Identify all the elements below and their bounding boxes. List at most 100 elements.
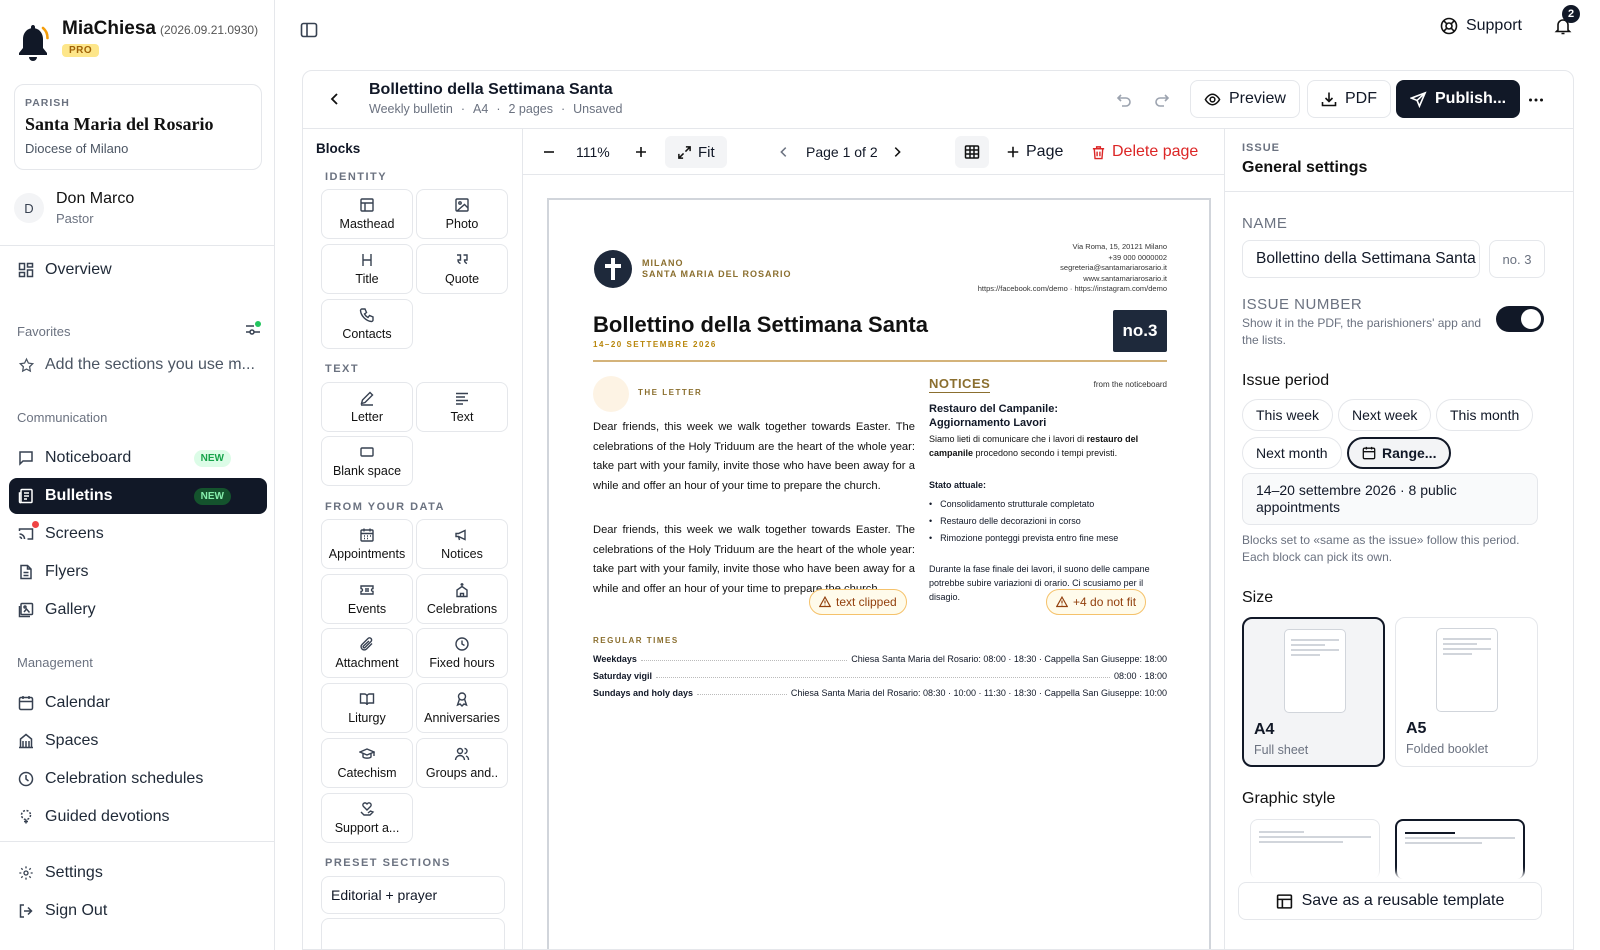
nav-label: Celebration schedules xyxy=(45,770,204,787)
text-clipped-warning[interactable]: text clipped xyxy=(809,589,907,615)
nav-celebration-schedules[interactable]: Celebration schedules xyxy=(9,761,267,797)
period-this-month[interactable]: This month xyxy=(1436,399,1534,431)
block-label: Title xyxy=(355,272,379,286)
block-celebrations[interactable]: Celebrations xyxy=(416,574,508,624)
block-catechism[interactable]: Catechism xyxy=(321,738,413,788)
block-contacts[interactable]: Contacts xyxy=(321,299,413,349)
zoom-in-icon[interactable] xyxy=(633,137,649,167)
nav-bulletins[interactable]: Bulletins NEW xyxy=(9,478,267,514)
nav-flyers[interactable]: Flyers xyxy=(9,554,267,590)
thumb-line xyxy=(1259,841,1343,843)
overflow-warning[interactable]: +4 do not fit xyxy=(1046,589,1147,615)
fit-button[interactable]: Fit xyxy=(665,136,727,168)
brand[interactable]: MiaChiesa (2026.09.21.0930) PRO xyxy=(16,18,258,62)
name-input[interactable]: Bollettino della Settimana Santa xyxy=(1242,240,1480,278)
ticket-icon xyxy=(359,582,375,598)
nav-noticeboard[interactable]: Noticeboard NEW xyxy=(9,440,267,476)
issue-number-toggle[interactable] xyxy=(1496,306,1544,332)
nav-label: Guided devotions xyxy=(45,808,170,825)
block-notices[interactable]: Notices xyxy=(416,519,508,569)
nav-gallery[interactable]: Gallery xyxy=(9,592,267,628)
nav-settings[interactable]: Settings xyxy=(9,855,267,891)
block-label: Catechism xyxy=(337,766,397,780)
back-chevron-icon[interactable] xyxy=(327,91,343,107)
nav-label: Overview xyxy=(45,261,112,278)
style-option-modern[interactable] xyxy=(1395,819,1525,879)
nav-label: Screens xyxy=(45,525,104,542)
notification-dot xyxy=(32,521,39,528)
send-icon xyxy=(1410,90,1427,108)
nav-guided-devotions[interactable]: Guided devotions xyxy=(9,799,267,835)
period-next-month[interactable]: Next month xyxy=(1242,437,1342,469)
notifications-button[interactable]: 2 xyxy=(1554,5,1580,35)
preview-button[interactable]: Preview xyxy=(1190,80,1300,118)
block-masthead[interactable]: Masthead xyxy=(321,189,413,239)
redo-icon[interactable] xyxy=(1153,91,1171,109)
preview-label: Preview xyxy=(1229,90,1286,107)
favorites-settings-icon[interactable] xyxy=(244,320,262,338)
block-fixed-hours[interactable]: Fixed hours xyxy=(416,628,508,678)
preset-editorial-prayer[interactable]: Editorial + prayer xyxy=(321,876,505,914)
block-liturgy[interactable]: Liturgy xyxy=(321,683,413,733)
block-attachment[interactable]: Attachment xyxy=(321,628,413,678)
block-text[interactable]: Text xyxy=(416,382,508,432)
favorites-add-hint[interactable]: Add the sections you use m... xyxy=(9,347,267,383)
thumb-line xyxy=(1405,837,1515,839)
row-key: Saturday vigil xyxy=(593,671,653,681)
block-appointments[interactable]: Appointments xyxy=(321,519,413,569)
issue-number-field[interactable]: no. 3 xyxy=(1489,240,1545,278)
block-label: Notices xyxy=(441,547,483,561)
pill-label: Next week xyxy=(1352,407,1418,423)
user-profile[interactable]: D Don Marco Pastor xyxy=(14,190,134,226)
block-photo[interactable]: Photo xyxy=(416,189,508,239)
add-page-button[interactable]: Page xyxy=(1006,137,1063,167)
zoom-out-icon[interactable] xyxy=(541,137,557,167)
canvas-toolbar: 111% Fit Page 1 of 2 Page Delete page xyxy=(523,129,1224,175)
nav-spaces[interactable]: Spaces xyxy=(9,723,267,759)
block-label: Attachment xyxy=(335,656,399,670)
nav-sign-out[interactable]: Sign Out xyxy=(9,893,267,929)
block-title[interactable]: Title xyxy=(321,244,413,294)
block-quote[interactable]: Quote xyxy=(416,244,508,294)
user-role: Pastor xyxy=(56,211,94,226)
more-horizontal-icon[interactable] xyxy=(1528,92,1544,108)
size-a5-card[interactable]: A5 Folded booklet xyxy=(1395,617,1538,767)
publish-button[interactable]: Publish... xyxy=(1396,80,1521,118)
block-blank-space[interactable]: Blank space xyxy=(321,436,413,486)
save-template-button[interactable]: Save as a reusable template xyxy=(1238,882,1542,920)
save-template-label: Save as a reusable template xyxy=(1301,892,1505,909)
style-option-classic[interactable] xyxy=(1250,819,1380,879)
bulletin-page[interactable]: MILANO SANTA MARIA DEL ROSARIO Via Roma,… xyxy=(547,198,1211,949)
block-groups[interactable]: Groups and.. xyxy=(416,738,508,788)
period-this-week[interactable]: This week xyxy=(1242,399,1334,431)
preset-next[interactable] xyxy=(321,918,505,949)
grid-toggle[interactable] xyxy=(955,136,989,168)
notices-source: from the noticeboard xyxy=(1093,380,1167,389)
sidebar-toggle-icon[interactable] xyxy=(300,21,318,39)
block-anniversaries[interactable]: Anniversaries xyxy=(416,683,508,733)
block-letter[interactable]: Letter xyxy=(321,382,413,432)
nav-screens[interactable]: Screens xyxy=(9,516,267,552)
support-button[interactable]: Support xyxy=(1440,17,1522,35)
church-icon xyxy=(454,582,470,598)
delete-page-button[interactable]: Delete page xyxy=(1091,137,1198,167)
new-badge: NEW xyxy=(193,449,231,467)
prev-page-icon[interactable] xyxy=(777,137,791,167)
notice-status-heading: Stato attuale: xyxy=(929,480,987,490)
size-a4-card[interactable]: A4 Full sheet xyxy=(1242,617,1385,767)
nav-overview[interactable]: Overview xyxy=(9,252,267,288)
delete-page-label: Delete page xyxy=(1112,143,1199,160)
nav-calendar[interactable]: Calendar xyxy=(9,685,267,721)
parish-card[interactable]: PARISH Santa Maria del Rosario Diocese o… xyxy=(14,84,262,170)
undo-icon[interactable] xyxy=(1115,91,1133,109)
row-value: Chiesa Santa Maria del Rosario: 08:30 · … xyxy=(790,688,1167,698)
dot-leader xyxy=(640,660,848,661)
pdf-button[interactable]: PDF xyxy=(1307,80,1391,118)
period-range[interactable]: Range... xyxy=(1347,437,1452,469)
next-page-icon[interactable] xyxy=(890,137,904,167)
block-support[interactable]: Support a... xyxy=(321,793,413,843)
preset-label: Editorial + prayer xyxy=(331,887,438,903)
period-next-week[interactable]: Next week xyxy=(1338,399,1432,431)
thumb-line xyxy=(1443,648,1491,650)
block-events[interactable]: Events xyxy=(321,574,413,624)
